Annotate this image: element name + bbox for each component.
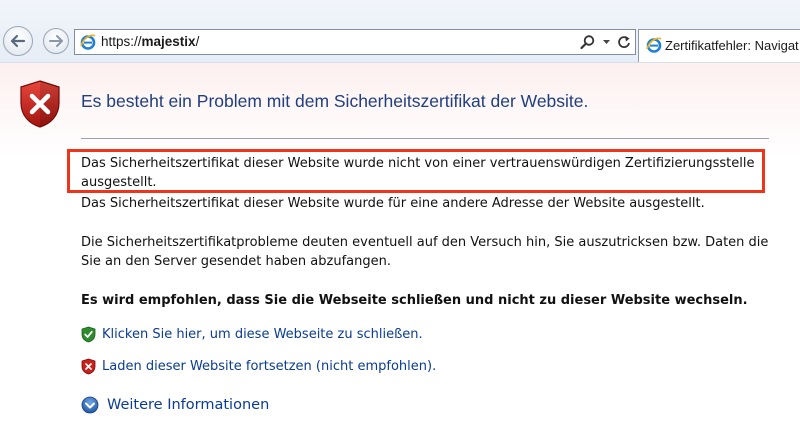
continue-link-row[interactable]: Laden dieser Website fortsetzen (nicht e…	[81, 358, 436, 375]
red-shield-icon	[81, 358, 96, 375]
browser-toolbar: https://majestix/ Zertifikatfehler: Navi…	[0, 0, 800, 63]
highlight-box	[67, 149, 765, 193]
close-page-link-row[interactable]: Klicken Sie hier, um diese Webseite zu s…	[81, 326, 423, 343]
ie-logo-icon	[80, 34, 96, 50]
address-url: https://majestix/	[101, 34, 200, 49]
close-page-link[interactable]: Klicken Sie hier, um diese Webseite zu s…	[102, 327, 423, 342]
certificate-error-page: Es besteht ein Problem mit dem Sicherhei…	[0, 63, 800, 444]
back-arrow-icon	[10, 34, 26, 48]
ie-logo-icon	[646, 37, 662, 53]
more-info-link[interactable]: Weitere Informationen	[107, 397, 269, 413]
tab-title: Zertifikatfehler: Navigat	[665, 38, 799, 53]
back-button[interactable]	[3, 26, 33, 56]
address-bar[interactable]: https://majestix/	[74, 29, 636, 55]
forward-button[interactable]	[43, 28, 69, 54]
forward-arrow-icon	[49, 35, 63, 47]
refresh-icon[interactable]	[617, 34, 631, 50]
chevron-down-icon[interactable]	[602, 34, 611, 50]
expand-circle-icon	[81, 396, 99, 414]
browser-tab[interactable]: Zertifikatfehler: Navigat	[638, 29, 800, 62]
more-info-row[interactable]: Weitere Informationen	[81, 396, 269, 414]
green-shield-icon	[81, 326, 96, 343]
warning-text: Die Sicherheitszertifikatprobleme deuten…	[81, 235, 769, 269]
other-address-text: Das Sicherheitszertifikat dieser Website…	[81, 196, 705, 211]
page-title: Es besteht ein Problem mit dem Sicherhei…	[81, 91, 589, 111]
divider	[81, 138, 769, 139]
continue-link[interactable]: Laden dieser Website fortsetzen (nicht e…	[102, 359, 436, 374]
error-shield-icon	[20, 80, 60, 128]
search-icon[interactable]	[580, 34, 596, 50]
recommendation-text: Es wird empfohlen, dass Sie die Webseite…	[81, 293, 748, 308]
